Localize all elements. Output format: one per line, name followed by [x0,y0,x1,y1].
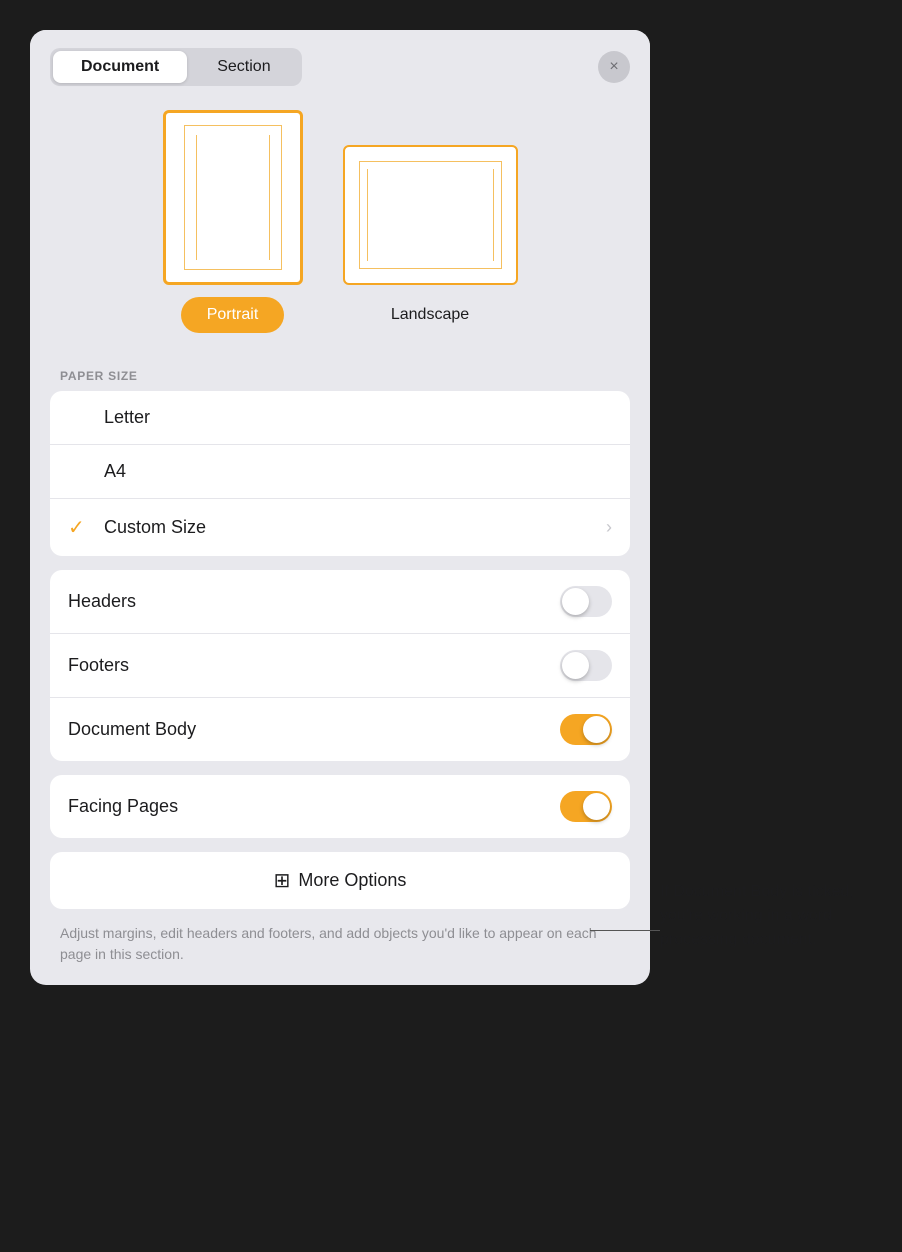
panel-container: Document Section × Portrait [0,0,902,1252]
portrait-button[interactable]: Portrait [181,297,285,333]
custom-size-chevron-icon: › [606,517,612,538]
portrait-option[interactable]: Portrait [163,110,303,333]
facing-pages-row: Facing Pages [50,775,630,838]
facing-pages-label: Facing Pages [68,796,560,817]
portrait-inner-lines3 [174,135,270,260]
landscape-inner-lines3 [355,169,494,261]
paper-size-label: PAPER SIZE [30,369,650,391]
a4-label: A4 [104,461,612,482]
footers-toggle[interactable] [560,650,612,681]
toggles-card: Headers Footers Document Body [50,570,630,761]
custom-size-checkmark: ✓ [68,515,92,540]
footers-toggle-knob [562,652,589,679]
callout-line [590,930,660,931]
orientation-options: Portrait Landscape [163,110,518,333]
portrait-icon [163,110,303,285]
more-options-button[interactable]: ⊞ More Options [50,852,630,909]
list-item-letter[interactable]: Letter [50,391,630,445]
document-body-label: Document Body [68,719,560,740]
headers-toggle-knob [562,588,589,615]
headers-row: Headers [50,570,630,634]
document-body-toggle-knob [583,716,610,743]
more-options-label: More Options [298,870,406,891]
tab-section[interactable]: Section [189,51,298,83]
orientation-section: Portrait Landscape [30,100,650,369]
document-body-row: Document Body [50,698,630,761]
footer-description: Adjust margins, edit headers and footers… [30,919,650,965]
facing-pages-toggle-knob [583,793,610,820]
list-item-a4[interactable]: A4 [50,445,630,499]
landscape-icon [343,145,518,285]
landscape-option[interactable]: Landscape [343,145,518,333]
facing-pages-card: Facing Pages [50,775,630,838]
callout-text: If Document Body is ticked, you're worki… [660,880,880,952]
footers-label: Footers [68,655,560,676]
list-item-custom-size[interactable]: ✓ Custom Size › [50,499,630,556]
tab-group: Document Section [50,48,302,86]
footers-row: Footers [50,634,630,698]
headers-toggle[interactable] [560,586,612,617]
tab-document[interactable]: Document [53,51,187,83]
more-options-icon: ⊞ [274,868,291,893]
custom-size-label: Custom Size [104,517,606,538]
more-options-card: ⊞ More Options [50,852,630,909]
letter-label: Letter [104,407,612,428]
document-body-toggle[interactable] [560,714,612,745]
headers-label: Headers [68,591,560,612]
facing-pages-toggle[interactable] [560,791,612,822]
landscape-button[interactable]: Landscape [365,297,495,333]
close-button[interactable]: × [598,51,630,83]
paper-size-list: Letter A4 ✓ Custom Size › [50,391,630,556]
document-panel: Document Section × Portrait [30,30,650,985]
tab-bar: Document Section × [30,30,650,100]
